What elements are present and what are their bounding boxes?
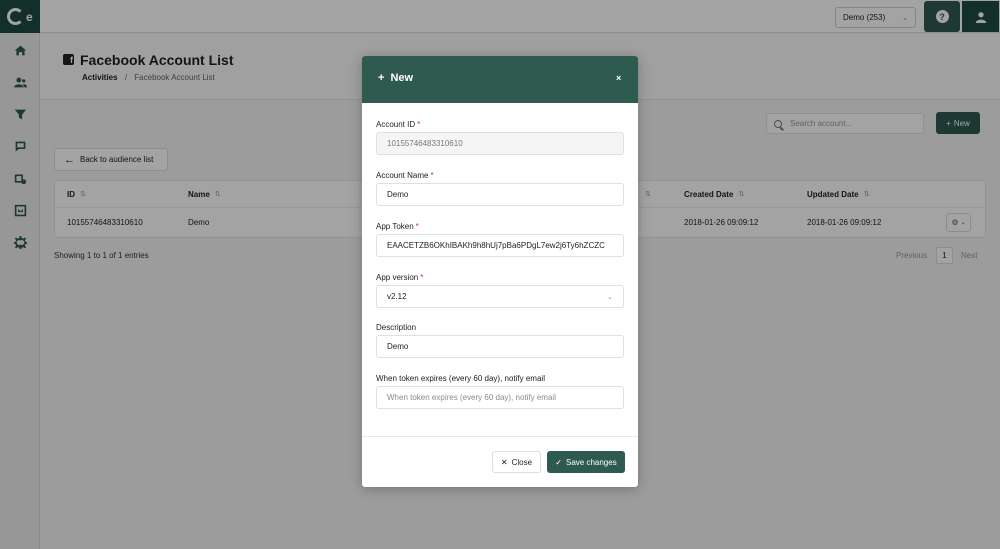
modal-title: + New [378, 72, 413, 84]
app-token-label: App Token * [376, 222, 419, 231]
required-mark: * [415, 222, 419, 231]
app-token-field[interactable] [376, 234, 624, 257]
account-id-label: Account ID * [376, 120, 420, 129]
chevron-down-icon: ⌄ [607, 293, 613, 301]
save-changes-button[interactable]: ✓ Save changes [547, 451, 625, 473]
modal-header: + New × [362, 56, 638, 103]
modal-footer-divider [362, 436, 638, 437]
account-name-label-text: Account Name [376, 171, 429, 180]
account-name-label: Account Name * [376, 171, 434, 180]
app-version-label-text: App version [376, 273, 419, 282]
description-field[interactable] [376, 335, 624, 358]
modal-title-text: New [390, 72, 414, 84]
account-id-field[interactable] [376, 132, 624, 155]
required-mark: * [430, 171, 434, 180]
save-button-label: Save changes [566, 457, 617, 467]
app-token-label-text: App Token [376, 222, 414, 231]
close-button-label: Close [511, 457, 533, 467]
account-name-field[interactable] [376, 183, 624, 206]
account-id-label-text: Account ID [376, 120, 416, 129]
app-version-select[interactable]: v2.12 ⌄ [376, 285, 624, 308]
description-label: Description [376, 323, 417, 332]
app-version-label: App version * [376, 273, 423, 282]
new-account-modal: +New × Account ID* Account Name* App Tok… [362, 56, 638, 487]
notify-email-field[interactable] [376, 386, 624, 409]
close-button[interactable]: ✕ Close [492, 451, 541, 473]
check-icon: ✓ [555, 457, 562, 467]
app-version-value: v2.12 [387, 292, 407, 301]
close-icon: ✕ [500, 457, 508, 467]
notify-email-label: When token expires (every 60 day), notif… [376, 374, 545, 383]
plus-icon: + [378, 72, 385, 84]
required-mark: * [417, 120, 421, 129]
modal-close-icon[interactable]: × [616, 73, 621, 83]
required-mark: * [420, 273, 424, 282]
